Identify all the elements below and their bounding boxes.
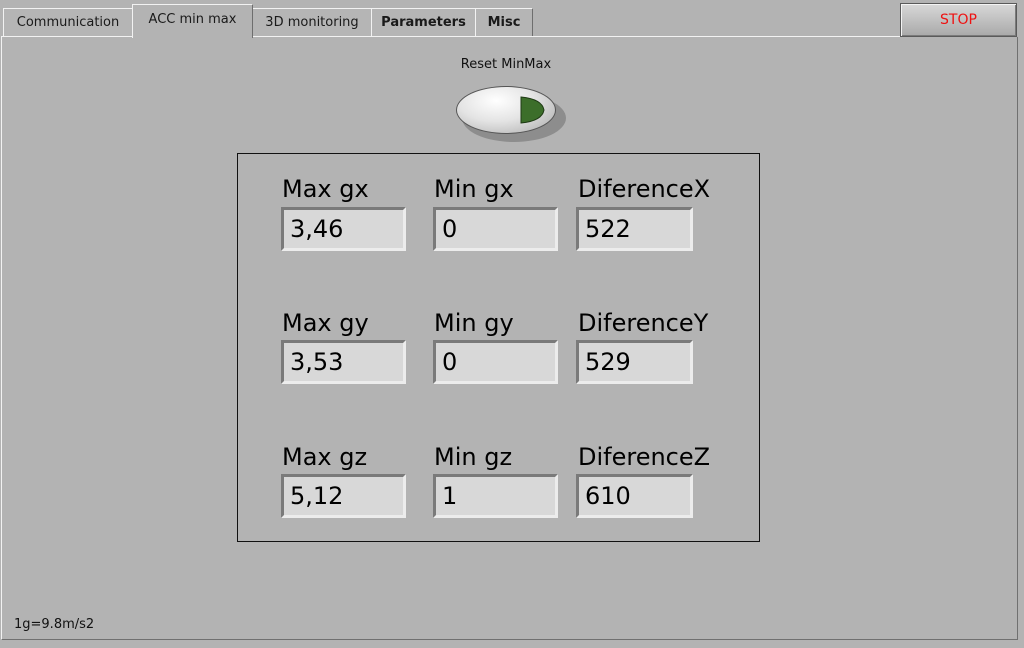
reset-minmax-label: Reset MinMax: [460, 57, 552, 72]
tab-3d-monitoring[interactable]: 3D monitoring: [252, 8, 372, 36]
tab-misc[interactable]: Misc: [475, 8, 533, 36]
difference-x-value: 522: [576, 207, 693, 251]
max-gz-value: 5,12: [281, 474, 406, 518]
tab-communication[interactable]: Communication: [3, 8, 133, 36]
min-gx-label: Min gx: [434, 175, 514, 203]
max-gx-value: 3,46: [281, 207, 406, 251]
min-gz-value: 1: [433, 474, 558, 518]
max-gy-label: Max gy: [282, 309, 369, 337]
difference-x-label: DiferenceX: [578, 175, 711, 203]
tab-parameters[interactable]: Parameters: [371, 8, 476, 36]
reset-indicator-light-icon: [520, 96, 545, 124]
max-gx-label: Max gx: [282, 175, 369, 203]
difference-z-label: DiferenceZ: [578, 443, 711, 471]
min-gz-label: Min gz: [434, 443, 513, 471]
minmax-group-box: Max gx 3,46 Min gx 0 DiferenceX 522 Max …: [237, 153, 760, 542]
tab-strip: Communication ACC min max 3D monitoring …: [0, 0, 1024, 38]
max-gy-value: 3,53: [281, 340, 406, 384]
stop-button[interactable]: STOP: [900, 3, 1017, 37]
min-gx-value: 0: [433, 207, 558, 251]
min-gy-label: Min gy: [434, 309, 514, 337]
tab-acc-min-max[interactable]: ACC min max: [132, 4, 253, 38]
reset-minmax-button[interactable]: [456, 86, 566, 142]
min-gy-value: 0: [433, 340, 558, 384]
difference-y-label: DiferenceY: [578, 309, 709, 337]
difference-y-value: 529: [576, 340, 693, 384]
difference-z-value: 610: [576, 474, 693, 518]
unit-note: 1g=9.8m/s2: [14, 617, 95, 632]
max-gz-label: Max gz: [282, 443, 368, 471]
